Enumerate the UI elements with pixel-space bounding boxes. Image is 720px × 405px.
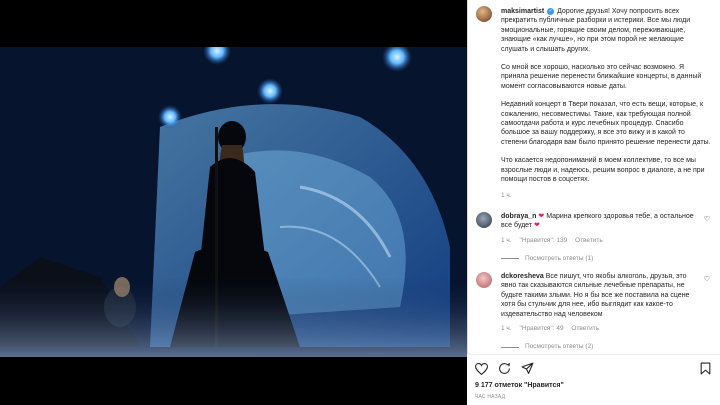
heart-emoji-icon: ❤ <box>534 222 540 230</box>
comment-like-count[interactable]: "Нравится": 49 <box>519 325 563 332</box>
caption-paragraph-2: Недавний концерт в Твери показал, что ес… <box>501 101 711 146</box>
heart-icon[interactable] <box>475 362 488 375</box>
commenter-avatar[interactable] <box>476 272 492 288</box>
caption-paragraph-3: Что касается недопониманий в моем коллек… <box>501 157 705 184</box>
comment-reply-button[interactable]: Ответить <box>575 237 603 244</box>
comment-time: 1 ч. <box>501 236 512 244</box>
post-photo[interactable] <box>0 47 467 357</box>
verified-badge-icon: ✓ <box>547 7 555 15</box>
comment-icon[interactable] <box>498 362 511 375</box>
post-viewer: maksimartist ✓ Дорогие друзья! Хочу попр… <box>0 0 720 405</box>
likes-count[interactable]: 9 177 отметок "Нравится" <box>475 382 564 389</box>
view-replies-label: Посмотреть ответы (2) <box>525 343 594 351</box>
concert-photo <box>0 47 467 357</box>
post-actions: 9 177 отметок "Нравится" ЧАС НАЗАД <box>467 354 720 405</box>
comment-time: 1 ч. <box>501 325 512 333</box>
comment-username[interactable]: dckoresheva <box>501 273 544 280</box>
caption-paragraph-1: Со мной все хорошо, насколько это сейчас… <box>501 64 702 90</box>
caption-time: 1 ч. <box>501 191 512 199</box>
author-avatar[interactable] <box>476 6 492 22</box>
comment-reply-button[interactable]: Ответить <box>571 325 599 332</box>
divider-line <box>501 258 519 260</box>
bookmark-icon[interactable] <box>699 362 712 375</box>
author-username[interactable]: maksimartist <box>501 8 544 15</box>
share-icon[interactable] <box>521 362 534 375</box>
view-replies-button[interactable]: Посмотреть ответы (1) <box>501 254 701 263</box>
view-replies-label: Посмотреть ответы (1) <box>525 255 594 263</box>
comment-like-count[interactable]: "Нравится": 139 <box>519 237 567 244</box>
commenter-avatar[interactable] <box>476 212 492 228</box>
comment-like-heart-icon[interactable]: ♡ <box>704 275 710 284</box>
view-replies-button[interactable]: Посмотреть ответы (2) <box>501 342 701 351</box>
comment-username[interactable]: dobraya_n <box>501 213 536 220</box>
post-age: ЧАС НАЗАД <box>475 394 506 400</box>
post-side-panel: maksimartist ✓ Дорогие друзья! Хочу попр… <box>467 0 720 405</box>
divider-line <box>501 346 519 348</box>
caption-text: maksimartist ✓ Дорогие друзья! Хочу попр… <box>501 7 711 200</box>
heart-emoji-icon: ❤ <box>538 213 545 220</box>
comment-like-heart-icon[interactable]: ♡ <box>704 215 710 224</box>
